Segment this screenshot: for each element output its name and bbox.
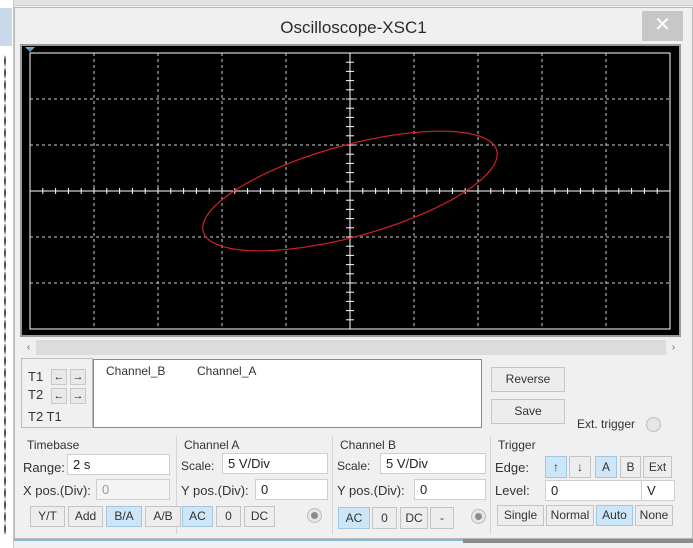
ext-trigger-terminal[interactable] xyxy=(646,417,661,432)
trigger-level-input[interactable]: 0 xyxy=(545,480,642,501)
trigger-mode-normal-button[interactable]: Normal xyxy=(546,505,594,526)
t1-right-button[interactable]: → xyxy=(70,369,86,385)
x-position-input[interactable]: 0 xyxy=(96,479,170,500)
close-button[interactable]: ✕ xyxy=(642,11,683,41)
timebase-mode-ba-button[interactable]: B/A xyxy=(106,506,142,527)
readout-column-channel-a: Channel_A xyxy=(197,364,257,378)
scope-plot xyxy=(25,47,671,330)
channel-a-scale-input[interactable]: 5 V/Div xyxy=(222,453,328,474)
channel-a-scale-label: Scale: xyxy=(181,459,215,473)
trigger-edge-item1-button[interactable]: ↓ xyxy=(569,456,591,478)
cursor-panel: T1 ← → T2 ← → T2 T1 xyxy=(21,358,93,428)
window-bottom-border xyxy=(14,539,693,548)
trigger-edge-item0-button[interactable]: ↑ xyxy=(545,456,567,478)
channel-b-scale-input[interactable]: 5 V/Div xyxy=(380,453,486,474)
timebase-mode-yt-button[interactable]: Y/T xyxy=(30,506,65,527)
trigger-level-unit[interactable]: V xyxy=(641,480,675,501)
channel-a-group: Channel A Scale: 5 V/Div Y pos.(Div): 0 … xyxy=(178,436,333,534)
trigger-mode-single-button[interactable]: Single xyxy=(497,505,544,526)
trigger-edge-a-button[interactable]: A xyxy=(595,456,617,478)
channel-b-title: Channel B xyxy=(340,438,397,452)
t2-right-button[interactable]: → xyxy=(70,388,86,404)
close-icon: ✕ xyxy=(654,14,671,36)
channel-b-y-position-label: Y pos.(Div): xyxy=(337,483,405,498)
x-position-label: X pos.(Div): xyxy=(23,483,91,498)
channel-a-input-terminal[interactable] xyxy=(307,508,322,523)
t1-label: T1 xyxy=(28,369,44,384)
trigger-group: Trigger Edge: Level: 0 V ↑ ↓ A B Ext Single No… xyxy=(492,436,681,534)
scroll-right-button[interactable]: › xyxy=(666,340,681,355)
channel-b-coupling-0-button[interactable]: 0 xyxy=(372,507,397,529)
channel-b-scale-label: Scale: xyxy=(337,459,371,473)
t1-left-button[interactable]: ← xyxy=(51,369,67,385)
timebase-range-input[interactable]: 2 s xyxy=(67,454,170,475)
channel-a-y-position-label: Y pos.(Div): xyxy=(181,483,249,498)
timebase-title: Timebase xyxy=(27,438,80,452)
top-strip xyxy=(0,0,693,6)
arrow-left-icon: ← xyxy=(53,390,65,402)
channel-b-coupling-minus-button[interactable]: - xyxy=(430,507,454,529)
level-label: Level: xyxy=(495,483,530,498)
range-label: Range: xyxy=(23,460,65,475)
timebase-mode-add-button[interactable]: Add xyxy=(68,506,103,527)
ext-trigger-label: Ext. trigger xyxy=(577,417,636,431)
reverse-button[interactable]: Reverse xyxy=(491,367,565,392)
t2-t1-label: T2 T1 xyxy=(28,409,62,424)
channel-a-y-position-input[interactable]: 0 xyxy=(255,479,328,500)
trigger-mode-auto-button[interactable]: Auto xyxy=(596,505,633,526)
timebase-mode-ab-button[interactable]: A/B xyxy=(145,506,181,527)
edge-label: Edge: xyxy=(495,460,529,475)
chevron-left-icon: ‹ xyxy=(26,342,31,353)
scroll-left-button[interactable]: ‹ xyxy=(21,340,36,355)
background-editor-strip xyxy=(0,0,14,548)
channel-a-coupling-ac-button[interactable]: AC xyxy=(182,506,213,527)
channel-b-coupling-ac-button[interactable]: AC xyxy=(338,507,370,529)
channel-a-coupling-0-button[interactable]: 0 xyxy=(216,506,241,527)
save-button[interactable]: Save xyxy=(491,399,565,424)
t2-label: T2 xyxy=(28,387,44,402)
taskbar-segment xyxy=(463,539,693,543)
channel-a-title: Channel A xyxy=(184,438,240,452)
channel-b-y-position-input[interactable]: 0 xyxy=(414,479,486,500)
horizontal-scrollbar[interactable]: ‹ › xyxy=(21,340,681,355)
background-grid-dots xyxy=(4,55,6,535)
chevron-right-icon: › xyxy=(671,342,676,353)
background-selection xyxy=(0,8,12,46)
t2-left-button[interactable]: ← xyxy=(51,388,67,404)
measurement-readout: Channel_B Channel_A xyxy=(93,359,482,428)
trigger-title: Trigger xyxy=(498,438,536,452)
timebase-group: Timebase Range: 2 s X pos.(Div): 0 Y/T Ad… xyxy=(21,436,181,534)
arrow-right-icon: → xyxy=(72,390,84,402)
arrow-right-icon: → xyxy=(72,371,84,383)
channel-b-group: Channel B Scale: 5 V/Div Y pos.(Div): 0 … xyxy=(334,436,491,534)
channel-a-coupling-dc-button[interactable]: DC xyxy=(244,506,275,527)
channel-b-input-terminal[interactable] xyxy=(471,509,486,524)
trigger-mode-none-button[interactable]: None xyxy=(635,505,673,526)
window-title: Oscilloscope-XSC1 xyxy=(280,18,427,37)
channel-b-coupling-dc-button[interactable]: DC xyxy=(400,507,428,529)
scope-screen[interactable] xyxy=(20,44,681,337)
trigger-edge-b-button[interactable]: B xyxy=(620,456,641,478)
arrow-left-icon: ← xyxy=(53,371,65,383)
trigger-edge-ext-button[interactable]: Ext xyxy=(643,456,672,478)
readout-column-channel-b: Channel_B xyxy=(106,364,166,378)
